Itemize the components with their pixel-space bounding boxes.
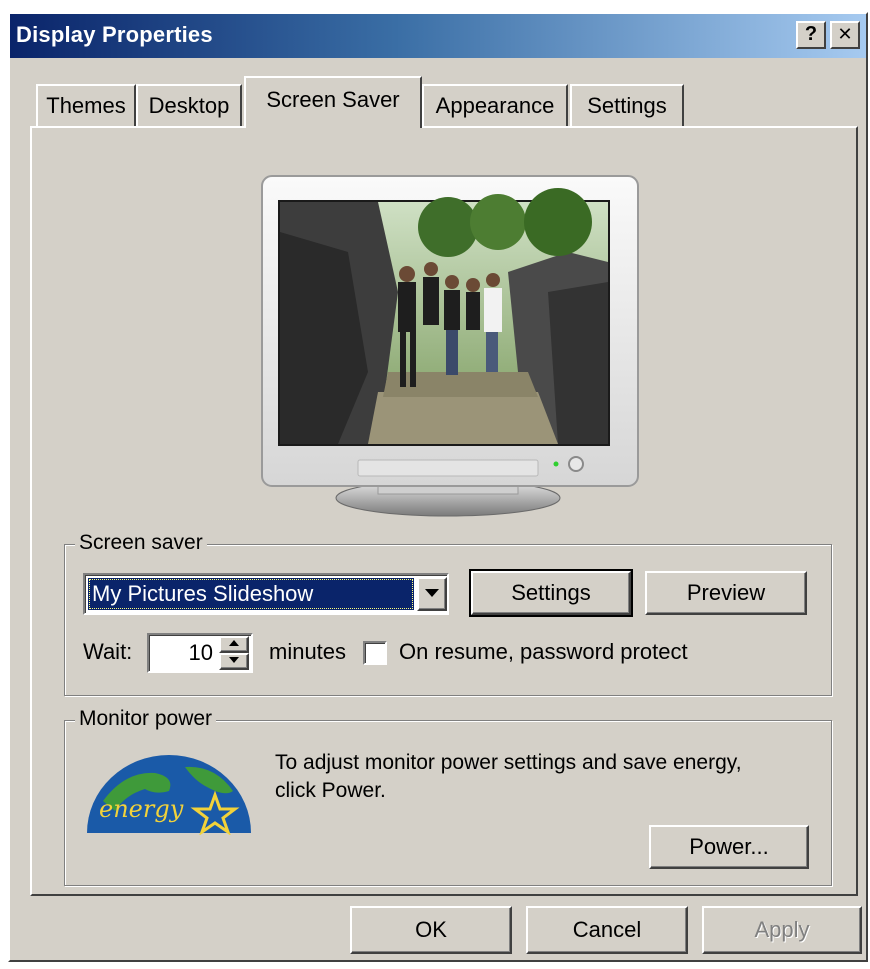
tab-desktop[interactable]: Desktop <box>136 84 242 126</box>
password-protect-checkbox[interactable] <box>363 641 387 665</box>
screen-saver-selected-value: My Pictures Slideshow <box>88 578 414 610</box>
minutes-label: minutes <box>269 639 347 664</box>
tab-settings[interactable]: Settings <box>570 84 684 126</box>
chevron-down-icon <box>425 589 439 597</box>
title-bar[interactable]: Display Properties ? ✕ <box>10 14 866 58</box>
dropdown-arrow-button[interactable] <box>417 577 447 611</box>
down-arrow-icon <box>229 657 239 663</box>
screen-saver-settings-button[interactable]: Settings <box>469 569 633 617</box>
up-arrow-icon <box>229 640 239 646</box>
close-button[interactable]: ✕ <box>830 21 860 49</box>
apply-button[interactable]: Apply <box>702 906 862 954</box>
monitor-power-description-line2: click Power. <box>275 779 386 802</box>
screen-saver-select[interactable]: My Pictures Slideshow <box>83 573 449 615</box>
window-title: Display Properties <box>16 22 213 47</box>
monitor-power-group-label: Monitor power <box>75 707 217 731</box>
wait-increment-button[interactable] <box>219 636 249 653</box>
power-button[interactable]: Power... <box>649 825 809 869</box>
energy-logo-text: energy <box>99 795 184 823</box>
apply-button-label: Apply <box>754 917 810 942</box>
cancel-button-label: Cancel <box>572 917 642 942</box>
close-icon: ✕ <box>837 24 853 44</box>
wait-decrement-button[interactable] <box>219 653 249 670</box>
help-button[interactable]: ? <box>796 21 826 49</box>
ok-button-label: OK <box>415 917 447 942</box>
monitor-power-group: Monitor power energy To adjust monitor p… <box>64 707 832 886</box>
preview-button[interactable]: Preview <box>645 571 807 615</box>
settings-button-label: Settings <box>511 580 591 605</box>
monitor-illustration <box>261 175 639 517</box>
screen-saver-tab-panel: Screen saver My Pictures Slideshow Setti… <box>30 126 858 896</box>
monitor-preview <box>258 172 644 522</box>
screen-saver-group-label: Screen saver <box>75 531 207 555</box>
ok-button[interactable]: OK <box>350 906 512 954</box>
wait-minutes-input[interactable]: 10 <box>151 637 217 669</box>
tab-appearance[interactable]: Appearance <box>422 84 568 126</box>
power-button-label: Power... <box>689 834 769 859</box>
tab-themes[interactable]: Themes <box>36 84 136 126</box>
cancel-button[interactable]: Cancel <box>526 906 688 954</box>
preview-button-label: Preview <box>686 580 766 605</box>
screen-saver-group: Screen saver My Pictures Slideshow Setti… <box>64 531 832 696</box>
wait-label: Wait: <box>83 639 133 664</box>
wait-minutes-stepper[interactable]: 10 <box>147 633 253 673</box>
tab-screen-saver[interactable]: Screen Saver <box>244 76 422 128</box>
password-protect-label[interactable]: On resume, password protect <box>399 639 688 665</box>
monitor-power-description-line1: To adjust monitor power settings and sav… <box>275 751 742 774</box>
energy-star-logo: energy <box>87 755 251 835</box>
display-properties-window: Display Properties ? ✕ Themes Desktop Sc… <box>8 12 868 962</box>
